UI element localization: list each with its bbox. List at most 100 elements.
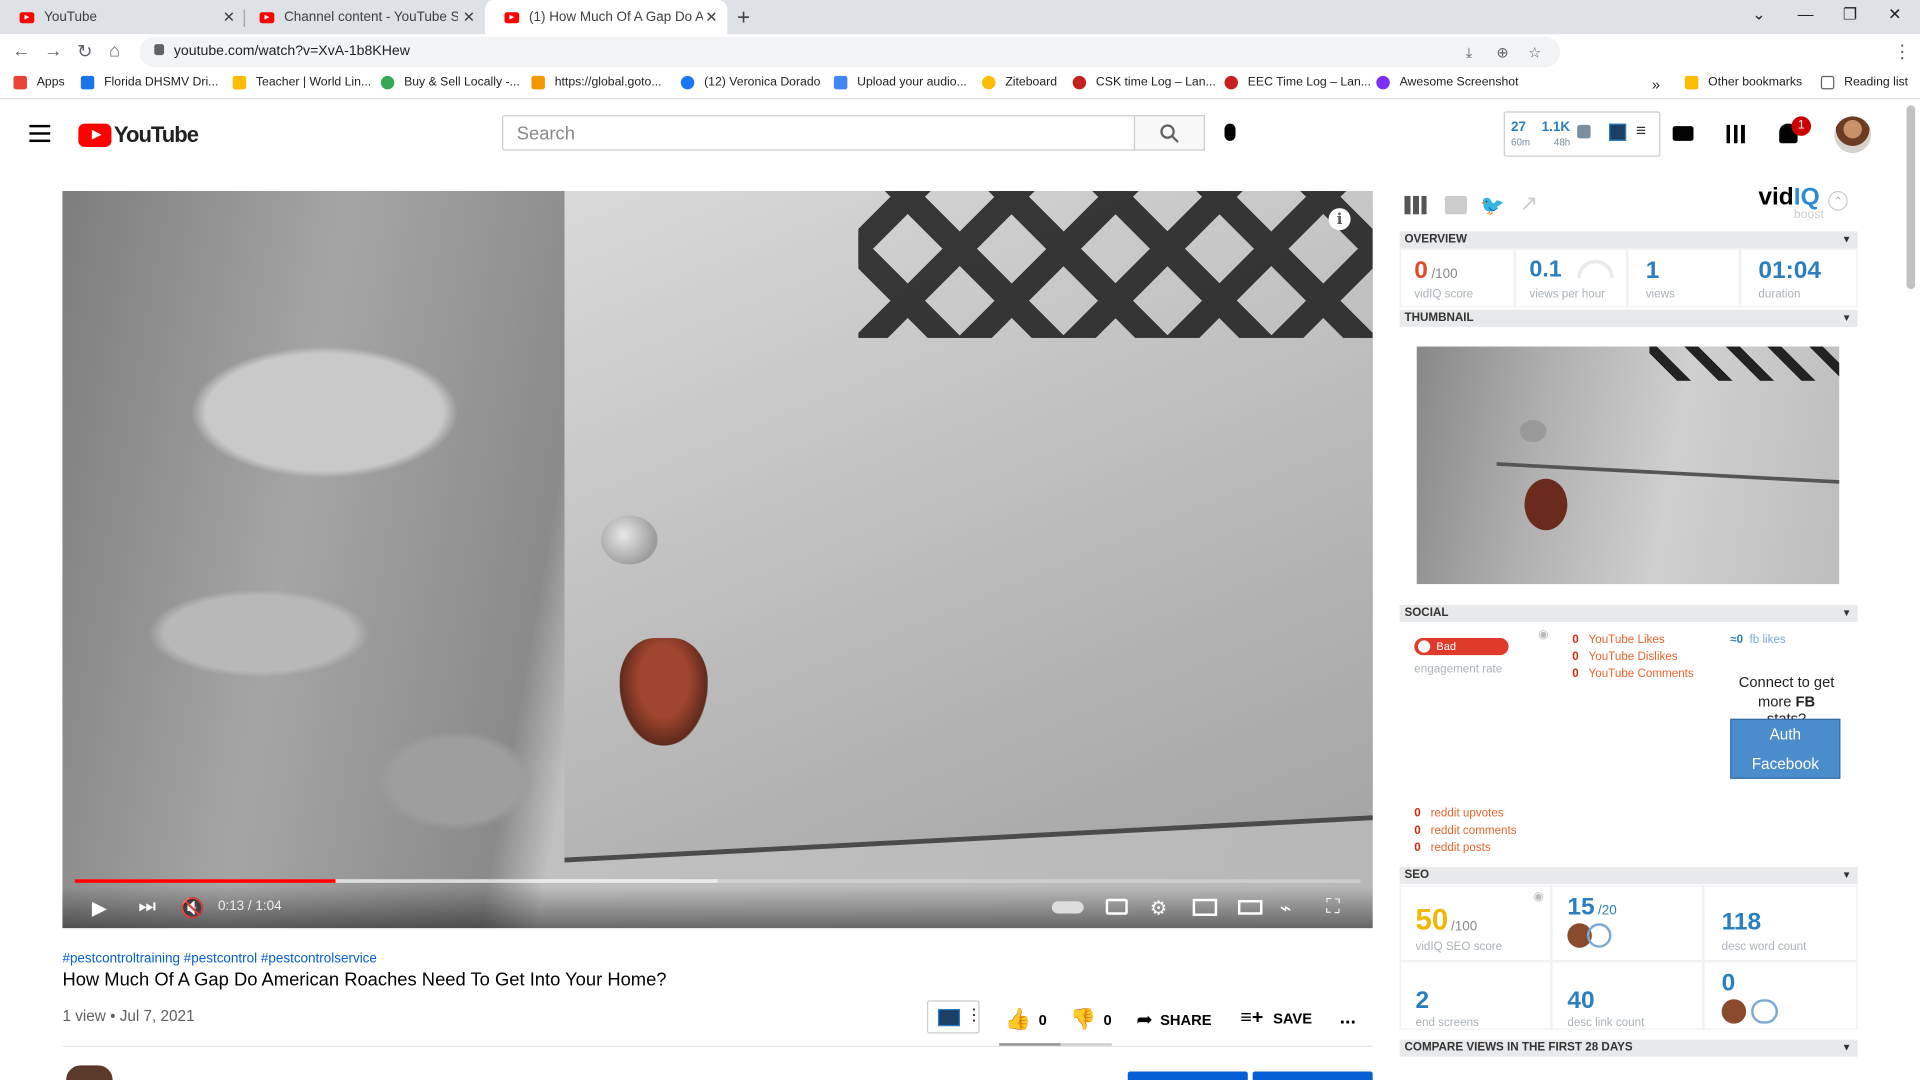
bookmark-item[interactable]: (12) Veronica Dorado — [680, 75, 820, 90]
zoom-icon[interactable]: ⊕ — [1496, 44, 1508, 61]
eye-icon[interactable]: ◉ — [1533, 890, 1544, 903]
eye-icon[interactable]: ◉ — [1538, 628, 1549, 641]
fb-likes-row: ≈0 fb likes — [1730, 633, 1786, 646]
bookmark-folder-other[interactable]: Other bookmarks — [1684, 75, 1802, 90]
minimize-icon[interactable]: — — [1798, 5, 1814, 23]
search-input[interactable]: Search — [502, 115, 1136, 151]
collapse-triangle-icon: ▼ — [1841, 1042, 1852, 1054]
back-arrow-icon[interactable]: ← — [12, 40, 30, 61]
vidiq-toolbar-widget[interactable]: 27 60m 1.1K 48h ≡ — [1503, 111, 1661, 157]
reddit-comments-value: 0 — [1414, 824, 1421, 838]
edit-video-button[interactable] — [1252, 1071, 1373, 1080]
auth-facebook-button[interactable]: Auth Facebook — [1730, 718, 1841, 779]
tab-current-video[interactable]: (1) How Much Of A Gap Do Ame ✕ — [484, 0, 728, 35]
list-icon[interactable]: ≡ — [1636, 120, 1646, 140]
bookmark-item[interactable]: Awesome Screenshot — [1376, 75, 1518, 90]
section-header-overview[interactable]: OVERVIEW ▼ — [1399, 231, 1858, 249]
vidiq-player-icon[interactable] — [1608, 123, 1627, 141]
tab-channel-content[interactable]: Channel content - YouTube Studio ✕ — [240, 0, 485, 34]
maximize-icon[interactable]: ❐ — [1843, 5, 1857, 25]
muted-volume-icon[interactable]: 🔇 — [180, 896, 204, 920]
channel-avatar[interactable] — [66, 1065, 113, 1080]
bookmark-item[interactable]: Florida DHSMV Dri... — [80, 75, 218, 90]
close-tab-icon[interactable]: ✕ — [463, 9, 475, 26]
search-button[interactable] — [1133, 115, 1205, 151]
next-icon[interactable]: ⏭ — [138, 896, 156, 918]
video-player[interactable]: i ▶ ⏭ 🔇 0:13 / 1:04 ⚙ ⌁ ⛶ — [62, 191, 1373, 929]
page-scrollbar[interactable] — [1906, 105, 1916, 289]
bookmark-item[interactable]: https://global.goto... — [531, 75, 662, 90]
account-avatar[interactable] — [1834, 116, 1872, 154]
more-actions-button[interactable]: ... — [1340, 1008, 1356, 1030]
create-video-icon[interactable] — [1672, 126, 1694, 141]
bookmark-star-icon[interactable]: ☆ — [1528, 44, 1541, 61]
chart-icon[interactable] — [1577, 124, 1591, 139]
fullscreen-icon[interactable]: ⛶ — [1326, 896, 1340, 918]
reading-list[interactable]: Reading list — [1820, 75, 1908, 90]
section-header-thumbnail[interactable]: THUMBNAIL ▼ — [1399, 309, 1858, 327]
dislike-count: 0 — [1103, 1011, 1112, 1029]
save-button[interactable]: ≡+ SAVE — [1240, 1008, 1312, 1030]
miniplayer-icon[interactable] — [1192, 898, 1218, 916]
profile-dropdown-icon[interactable]: ⌄ — [1752, 5, 1765, 25]
vidiq-video-button[interactable]: ⋮ — [926, 1000, 982, 1034]
url-text[interactable]: youtube.com/watch?v=XvA-1b8KHew — [174, 44, 410, 59]
facebook-icon — [680, 75, 695, 90]
theater-mode-icon[interactable] — [1237, 900, 1263, 915]
hamburger-menu-icon[interactable] — [29, 124, 51, 147]
vidiq-logo-iq: IQ — [1793, 183, 1820, 211]
bookmark-apps[interactable]: Apps — [13, 75, 65, 90]
bookmark-item[interactable]: CSK time Log – Lan... — [1072, 75, 1216, 90]
install-app-icon[interactable]: ⤓ — [1466, 44, 1473, 62]
close-window-icon[interactable]: ✕ — [1888, 5, 1901, 25]
info-icon[interactable]: i — [1328, 208, 1351, 231]
bookmark-item[interactable]: Ziteboard — [982, 75, 1057, 90]
reload-icon[interactable]: ↻ — [77, 40, 92, 63]
section-header-social[interactable]: SOCIAL ▼ — [1399, 604, 1858, 623]
share-arrow-icon: ➦ — [1136, 1010, 1153, 1032]
fb-likes-value: ≈0 — [1730, 633, 1744, 647]
analytics-button[interactable] — [1127, 1071, 1248, 1080]
chrome-menu-icon[interactable]: ⋮ — [1893, 40, 1911, 63]
youtube-logo[interactable]: YouTube — [78, 122, 199, 148]
bar-chart-icon[interactable] — [1444, 195, 1467, 215]
grid-view-icon[interactable] — [1404, 195, 1427, 215]
subtitles-cc-icon[interactable] — [1105, 898, 1128, 915]
reading-list-icon — [1820, 75, 1835, 90]
share-button[interactable]: ➦ SHARE — [1136, 1008, 1211, 1032]
microphone-icon[interactable] — [1224, 123, 1236, 141]
save-label: SAVE — [1273, 1010, 1313, 1028]
close-tab-icon[interactable]: ✕ — [705, 9, 717, 26]
bookmark-item[interactable]: Teacher | World Lin... — [232, 75, 371, 90]
twitter-bird-icon[interactable]: 🐦 — [1480, 193, 1504, 217]
progress-bar[interactable] — [74, 879, 1361, 883]
more-bookmarks-chevron[interactable]: » — [1652, 76, 1660, 93]
bookmark-item[interactable]: Upload your audio... — [833, 75, 967, 90]
settings-gear-icon[interactable]: ⚙ — [1150, 896, 1168, 920]
compare-icon[interactable] — [1586, 923, 1612, 948]
home-icon[interactable]: ⌂ — [109, 40, 120, 61]
cast-icon[interactable]: ⌁ — [1280, 896, 1292, 920]
youtube-likes-label: YouTube Likes — [1588, 633, 1665, 647]
tab-youtube[interactable]: YouTube ✕ — [0, 0, 245, 34]
compare-arrow-icon[interactable] — [1751, 999, 1778, 1024]
autoplay-toggle[interactable] — [1051, 901, 1084, 914]
bookmark-item[interactable]: EEC Time Log – Lan... — [1224, 75, 1371, 90]
fb-likes-label: fb likes — [1749, 633, 1786, 647]
address-bar[interactable]: youtube.com/watch?v=XvA-1b8KHew ⤓ ⊕ ☆ — [139, 36, 1561, 68]
apps-grid-icon[interactable] — [1726, 124, 1745, 144]
collapse-chevron-icon[interactable]: ⌃ — [1828, 191, 1848, 211]
forward-arrow-icon[interactable]: → — [44, 40, 62, 61]
play-icon[interactable]: ▶ — [92, 896, 107, 920]
like-button[interactable]: 👍 0 — [1005, 1008, 1046, 1032]
section-header-seo[interactable]: SEO ▼ — [1399, 866, 1858, 885]
close-tab-icon[interactable]: ✕ — [223, 9, 235, 26]
bookmark-item[interactable]: Buy & Sell Locally -... — [380, 75, 520, 90]
dislike-button[interactable]: 👎 0 — [1070, 1008, 1111, 1032]
new-tab-plus-icon[interactable]: + — [737, 5, 750, 31]
section-header-compare-views[interactable]: COMPARE VIEWS IN THE FIRST 28 DAYS ▼ — [1399, 1039, 1858, 1057]
trending-up-icon[interactable]: ↗ — [1520, 191, 1538, 215]
video-hashtags[interactable]: #pestcontroltraining #pestcontrol #pestc… — [62, 951, 376, 966]
video-frame-roach — [619, 637, 708, 746]
video-thumbnail-image[interactable] — [1416, 346, 1840, 585]
